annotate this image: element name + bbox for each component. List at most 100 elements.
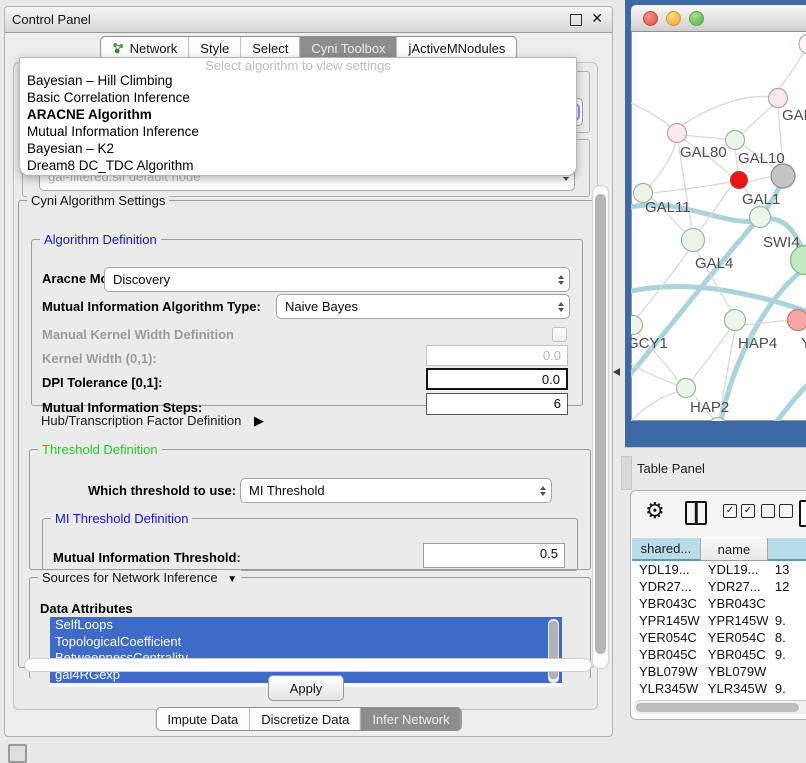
table-row[interactable]: YDL19...YDL19...13: [632, 561, 806, 578]
node-label: HAP4: [738, 335, 777, 352]
mi-steps-field[interactable]: 6: [426, 393, 568, 415]
aracne-mode-combo[interactable]: Discovery: [104, 267, 570, 292]
algorithm-option[interactable]: Bayesian – Hill Climbing: [20, 73, 576, 90]
node-label: GAL80: [680, 144, 727, 161]
table-header-row: shared...name: [632, 538, 806, 561]
table-row[interactable]: YDR27...YDR27...12: [632, 578, 806, 595]
data-attributes-label: Data Attributes: [40, 601, 133, 616]
close-traffic-light-icon[interactable]: [643, 11, 658, 26]
table-panel-title: Table Panel: [637, 461, 705, 476]
zoom-traffic-light-icon[interactable]: [689, 11, 704, 26]
tab-label: Select: [252, 41, 288, 56]
attribute-item[interactable]: SelfLoops: [50, 617, 562, 634]
column-header[interactable]: name: [701, 538, 768, 561]
network-node-hap2[interactable]: [677, 379, 696, 398]
combo-stepper-icon[interactable]: [554, 275, 569, 285]
table-cell: YBR043C: [701, 595, 768, 612]
attributes-scrollbar[interactable]: [548, 619, 559, 683]
manual-kernel-label: Manual Kernel Width Definition: [42, 327, 234, 342]
network-node[interactable]: [771, 164, 795, 188]
table-row[interactable]: YER054CYER054C8.: [632, 629, 806, 646]
settings-vertical-scrollbar[interactable]: [592, 185, 609, 669]
network-node-y[interactable]: [788, 310, 806, 331]
network-node-gcy1[interactable]: [631, 316, 643, 335]
network-canvas[interactable]: GALGAL80GAL10GAL1GAL11SWI4GAL4GCY1HAP4YH…: [631, 31, 806, 421]
mi-algorithm-type-combo[interactable]: Naive Bayes: [276, 294, 570, 319]
apply-button[interactable]: Apply: [268, 675, 344, 701]
dock-panel-icon[interactable]: [8, 744, 27, 763]
close-icon[interactable]: ✕: [591, 10, 603, 27]
network-node-swi4[interactable]: [750, 207, 771, 228]
combo-stepper-icon[interactable]: [554, 302, 569, 312]
network-node-gal4[interactable]: [682, 229, 705, 252]
hub-definition-expander[interactable]: Hub/Transcription Factor Definition ▶: [41, 413, 264, 429]
algorithm-option[interactable]: Dream8 DC_TDC Algorithm: [20, 158, 576, 175]
network-node-gal1[interactable]: [731, 172, 748, 189]
table-cell: YBR043C: [632, 595, 701, 612]
control-panel-window: Control Panel ✕ Network Style: [4, 6, 613, 737]
network-node[interactable]: [709, 418, 728, 422]
network-node[interactable]: [799, 34, 806, 54]
table-cell: YLR345W: [701, 680, 768, 697]
tab-jactivemnodules[interactable]: jActiveMNodules: [397, 37, 517, 59]
gear-icon[interactable]: ⚙: [645, 498, 665, 524]
tab-label: Infer Network: [372, 712, 449, 727]
table-row[interactable]: YBR043CYBR043C: [632, 595, 806, 612]
chevron-right-icon: ▶: [254, 413, 264, 428]
tab-impute-data[interactable]: Impute Data: [156, 708, 249, 730]
network-node-gal80[interactable]: [668, 124, 687, 143]
dpi-tolerance-field[interactable]: 0.0: [426, 368, 568, 390]
tab-network[interactable]: Network: [101, 37, 189, 59]
table-cell: [768, 663, 806, 680]
manual-kernel-checkbox[interactable]: [552, 327, 567, 342]
hub-definition-label: Hub/Transcription Factor Definition: [41, 413, 241, 428]
table-cell: 9.: [768, 646, 806, 663]
which-threshold-combo[interactable]: MI Threshold: [240, 478, 552, 503]
tab-label: jActiveMNodules: [409, 41, 506, 56]
sources-expander[interactable]: Sources for Network Inference ▼: [38, 570, 241, 585]
network-node-hap4[interactable]: [725, 310, 746, 331]
algorithm-option[interactable]: Bayesian – K2: [20, 141, 576, 158]
tab-cyni-toolbox[interactable]: Cyni Toolbox: [299, 37, 396, 59]
table-row[interactable]: YPR145WYPR145W9.: [632, 612, 806, 629]
tab-infer-network[interactable]: Infer Network: [360, 708, 460, 730]
table-row[interactable]: YBL079WYBL079W: [632, 663, 806, 680]
algorithm-option[interactable]: Basic Correlation Inference: [20, 90, 576, 107]
group-title: Algorithm Definition: [40, 232, 161, 247]
table-cell: 8.: [768, 629, 806, 646]
node-label: GAL11: [645, 199, 691, 216]
show-unselected-icon[interactable]: [761, 504, 793, 518]
mi-threshold-field[interactable]: 0.5: [423, 543, 565, 568]
settings-horizontal-scrollbar[interactable]: [24, 658, 592, 672]
table-row[interactable]: YLR345WYLR345W9.: [632, 680, 806, 697]
attribute-item[interactable]: TopologicalCoefficient: [50, 634, 562, 651]
combo-stepper-icon[interactable]: [536, 486, 551, 496]
minimize-traffic-light-icon[interactable]: [666, 11, 681, 26]
show-selected-icon[interactable]: ✓✓: [723, 504, 755, 518]
tab-style[interactable]: Style: [188, 37, 240, 59]
network-view-frame: GALGAL80GAL10GAL1GAL11SWI4GAL4GCY1HAP4YH…: [625, 0, 806, 447]
control-panel-title: Control Panel: [5, 12, 91, 27]
table-cell: YLR345W: [632, 680, 701, 697]
column-header[interactable]: [768, 538, 806, 561]
network-node-gal10[interactable]: [726, 131, 745, 150]
table-row[interactable]: YBR045CYBR045C9.: [632, 646, 806, 663]
kernel-width-field[interactable]: 0.0: [426, 345, 568, 366]
table-cell: YDL19...: [632, 561, 701, 578]
group-title: Threshold Definition: [38, 442, 162, 457]
column-header[interactable]: shared...: [632, 538, 701, 561]
algorithm-option[interactable]: ARACNE Algorithm: [20, 107, 576, 124]
split-columns-icon[interactable]: [685, 501, 707, 525]
table-cell: YPR145W: [701, 612, 768, 629]
algorithm-option[interactable]: Mutual Information Inference: [20, 124, 576, 141]
tab-discretize-data[interactable]: Discretize Data: [249, 708, 360, 730]
export-table-icon[interactable]: [799, 500, 806, 527]
network-node-gal[interactable]: [769, 89, 788, 108]
table-cell: YBL079W: [632, 663, 701, 680]
float-window-icon[interactable]: [570, 14, 582, 26]
dropdown-placeholder: Select algorithm to view settings: [20, 58, 576, 73]
kernel-width-label: Kernel Width (0,1):: [42, 351, 157, 366]
table-cell: YER054C: [701, 629, 768, 646]
table-horizontal-scrollbar[interactable]: [634, 700, 806, 714]
tab-select[interactable]: Select: [240, 37, 299, 59]
